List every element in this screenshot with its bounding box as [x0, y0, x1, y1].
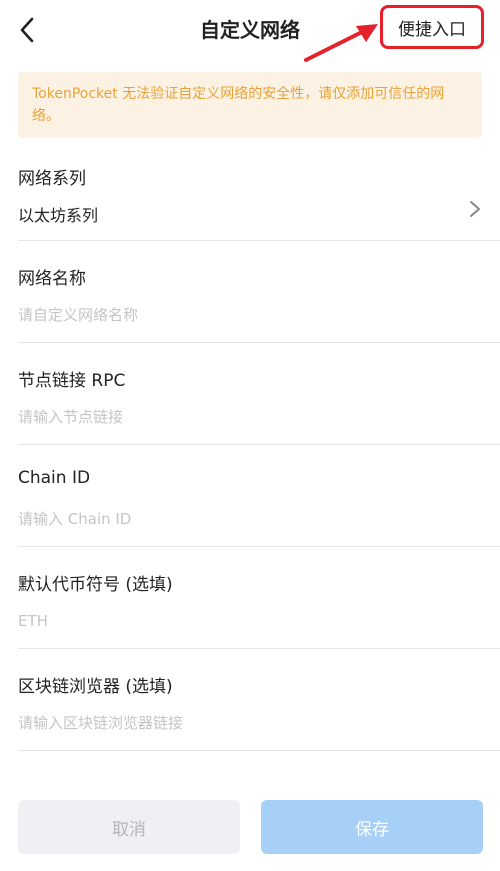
chevron-right-icon — [470, 201, 480, 217]
red-arrow-annotation — [304, 24, 378, 62]
network-name-input[interactable] — [18, 306, 478, 324]
back-arrow-icon — [20, 17, 34, 43]
network-series-label: 网络系列 — [18, 169, 86, 189]
security-warning-banner: TokenPocket 无法验证自定义网络的安全性，请仅添加可信任的网络。 — [18, 72, 482, 138]
chain-id-field: Chain ID — [18, 444, 500, 547]
network-series-field[interactable]: 网络系列 以太坊系列 — [18, 150, 500, 241]
cancel-button[interactable]: 取消 — [18, 800, 240, 854]
network-name-field: 网络名称 — [18, 240, 500, 343]
symbol-field: 默认代币符号 (选填) — [18, 546, 500, 649]
network-name-label: 网络名称 — [18, 269, 86, 289]
rpc-label: 节点链接 RPC — [18, 371, 126, 391]
quick-entry-button[interactable]: 便捷入口 — [380, 5, 484, 49]
symbol-input[interactable] — [18, 612, 478, 630]
symbol-label: 默认代币符号 (选填) — [18, 575, 173, 595]
explorer-label: 区块链浏览器 (选填) — [18, 677, 173, 697]
back-button[interactable] — [10, 12, 50, 48]
rpc-field: 节点链接 RPC — [18, 342, 500, 445]
network-series-value: 以太坊系列 — [18, 206, 99, 225]
chain-id-input[interactable] — [18, 510, 478, 528]
top-bar: 自定义网络 便捷入口 — [0, 0, 500, 62]
explorer-field: 区块链浏览器 (选填) — [18, 648, 500, 751]
save-button[interactable]: 保存 — [261, 800, 483, 854]
chain-id-label: Chain ID — [18, 468, 91, 488]
explorer-input[interactable] — [18, 714, 478, 732]
rpc-input[interactable] — [18, 408, 478, 426]
